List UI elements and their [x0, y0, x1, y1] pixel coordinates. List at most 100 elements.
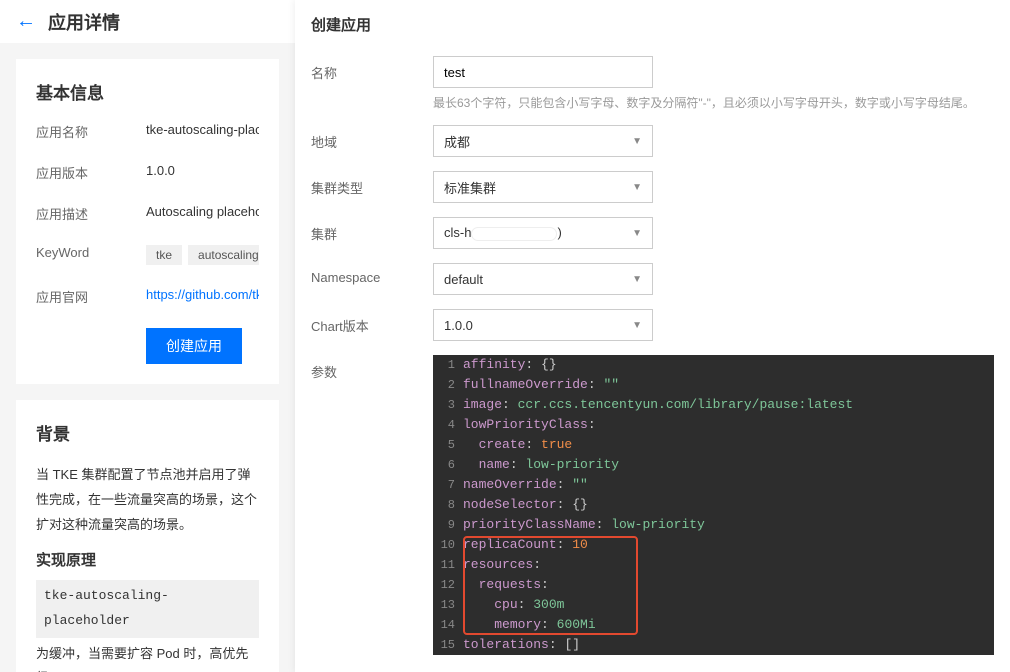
namespace-select[interactable]: default ▼	[433, 263, 653, 295]
code-line: 12 requests:	[433, 575, 994, 595]
redacted-mask	[471, 227, 557, 241]
form-clustertype-label: 集群类型	[311, 171, 433, 197]
info-row: 应用版本 1.0.0	[36, 163, 259, 182]
namespace-value: default	[444, 272, 483, 287]
code-content: nodeSelector: {}	[463, 495, 994, 515]
code-line: 10replicaCount: 10	[433, 535, 994, 555]
code-content: image: ccr.ccs.tencentyun.com/library/pa…	[463, 395, 994, 415]
page-header: ← 应用详情	[0, 0, 295, 43]
line-number: 6	[433, 455, 463, 475]
code-line: 2fullnameOverride: ""	[433, 375, 994, 395]
app-version-label: 应用版本	[36, 163, 146, 182]
info-row: 应用描述 Autoscaling placeholder fo	[36, 204, 259, 223]
line-number: 12	[433, 575, 463, 595]
app-name-label: 应用名称	[36, 122, 146, 141]
line-number: 8	[433, 495, 463, 515]
line-number: 14	[433, 615, 463, 635]
app-desc-value: Autoscaling placeholder fo	[146, 204, 259, 223]
cluster-select[interactable]: cls-h) ▼	[433, 217, 653, 249]
back-icon[interactable]: ←	[16, 10, 36, 33]
code-line: 8nodeSelector: {}	[433, 495, 994, 515]
doc-impl-title: 实现原理	[36, 549, 259, 570]
code-content: nameOverride: ""	[463, 475, 994, 495]
modal-title: 创建应用	[295, 0, 1010, 48]
name-hint: 最长63个字符，只能包含小写字母、数字及分隔符"-"，且必须以小写字母开头，数字…	[433, 94, 994, 111]
cluster-value: cls-h)	[444, 225, 562, 241]
code-content: name: low-priority	[463, 455, 994, 475]
chevron-down-icon: ▼	[632, 274, 642, 285]
doc-bg-title: 背景	[36, 420, 259, 445]
form-cluster-label: 集群	[311, 217, 433, 243]
form-name-label: 名称	[311, 56, 433, 82]
line-number: 3	[433, 395, 463, 415]
region-value: 成都	[444, 132, 470, 151]
page-title: 应用详情	[48, 9, 120, 35]
create-app-panel: 创建应用 名称 最长63个字符，只能包含小写字母、数字及分隔符"-"，且必须以小…	[295, 0, 1010, 672]
line-number: 13	[433, 595, 463, 615]
cluster-value-prefix: cls-h	[444, 225, 471, 240]
code-line: 4lowPriorityClass:	[433, 415, 994, 435]
code-content: affinity: {}	[463, 355, 994, 375]
region-select[interactable]: 成都 ▼	[433, 125, 653, 157]
tag: autoscaling	[188, 245, 259, 265]
chevron-down-icon: ▼	[632, 182, 642, 193]
code-content: fullnameOverride: ""	[463, 375, 994, 395]
form-namespace-label: Namespace	[311, 263, 433, 285]
doc-impl-text: 为缓冲，当需要扩容 Pod 时，高优先级	[36, 642, 259, 672]
app-website-link[interactable]: https://github.com/tkestac	[146, 287, 259, 302]
basic-info-title: 基本信息	[36, 79, 259, 104]
doc-card: 背景 当 TKE 集群配置了节点池并启用了弹性完成，在一些流量突高的场景，这个扩…	[16, 400, 279, 672]
tag: tke	[146, 245, 182, 265]
app-keyword-tags: tke autoscaling p	[146, 245, 259, 265]
code-line: 3image: ccr.ccs.tencentyun.com/library/p…	[433, 395, 994, 415]
name-input[interactable]	[433, 56, 653, 88]
info-row: KeyWord tke autoscaling p	[36, 245, 259, 265]
line-number: 1	[433, 355, 463, 375]
doc-impl-line: tke-autoscaling-placeholder	[36, 580, 259, 637]
code-line: 6 name: low-priority	[433, 455, 994, 475]
code-content: priorityClassName: low-priority	[463, 515, 994, 535]
form-chart-label: Chart版本	[311, 309, 433, 335]
code-line: 9priorityClassName: low-priority	[433, 515, 994, 535]
code-line: 7nameOverride: ""	[433, 475, 994, 495]
cluster-value-suffix: )	[557, 225, 561, 240]
code-content: cpu: 300m	[463, 595, 994, 615]
code-line: 15tolerations: []	[433, 635, 994, 655]
code-line: 11resources:	[433, 555, 994, 575]
chevron-down-icon: ▼	[632, 228, 642, 239]
form-region-label: 地域	[311, 125, 433, 151]
line-number: 7	[433, 475, 463, 495]
app-name-value: tke-autoscaling-placeholder	[146, 122, 259, 141]
code-content: tolerations: []	[463, 635, 994, 655]
code-line: 1affinity: {}	[433, 355, 994, 375]
chevron-down-icon: ▼	[632, 320, 642, 331]
chevron-down-icon: ▼	[632, 136, 642, 147]
code-line: 14 memory: 600Mi	[433, 615, 994, 635]
code-content: create: true	[463, 435, 994, 455]
cluster-type-select[interactable]: 标准集群 ▼	[433, 171, 653, 203]
code-content: memory: 600Mi	[463, 615, 994, 635]
code-content: lowPriorityClass:	[463, 415, 994, 435]
line-number: 9	[433, 515, 463, 535]
app-keyword-label: KeyWord	[36, 245, 146, 265]
code-line: 5 create: true	[433, 435, 994, 455]
line-number: 4	[433, 415, 463, 435]
line-number: 10	[433, 535, 463, 555]
params-editor[interactable]: 1affinity: {}2fullnameOverride: ""3image…	[433, 355, 994, 655]
info-row: 应用官网 https://github.com/tkestac	[36, 287, 259, 306]
create-app-button[interactable]: 创建应用	[146, 328, 242, 364]
app-desc-label: 应用描述	[36, 204, 146, 223]
chart-version-select[interactable]: 1.0.0 ▼	[433, 309, 653, 341]
form-params-label: 参数	[311, 355, 433, 381]
line-number: 5	[433, 435, 463, 455]
chart-version-value: 1.0.0	[444, 318, 473, 333]
app-website-label: 应用官网	[36, 287, 146, 306]
code-content: replicaCount: 10	[463, 535, 994, 555]
code-line: 13 cpu: 300m	[433, 595, 994, 615]
line-number: 11	[433, 555, 463, 575]
code-content: resources:	[463, 555, 994, 575]
code-content: requests:	[463, 575, 994, 595]
doc-impl-code: tke-autoscaling-placeholder	[36, 580, 259, 637]
line-number: 15	[433, 635, 463, 655]
line-number: 2	[433, 375, 463, 395]
